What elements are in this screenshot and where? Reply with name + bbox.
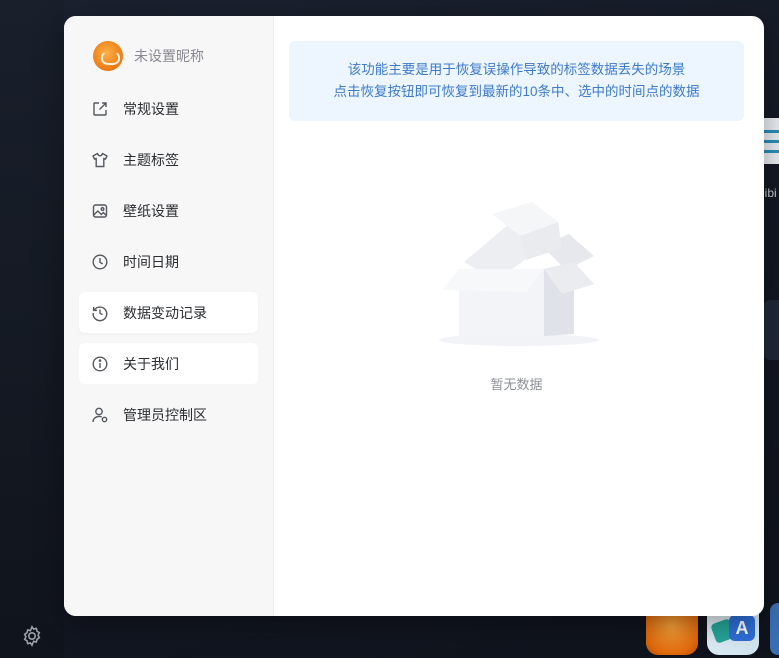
sidebar-item-label: 壁纸设置 <box>123 202 179 219</box>
image-icon <box>91 202 109 220</box>
sidebar-item-label: 管理员控制区 <box>123 406 207 423</box>
dock-app-partial[interactable] <box>770 603 779 655</box>
profile-header[interactable]: 未设置昵称 <box>64 36 273 76</box>
settings-modal: 未设置昵称 常规设置 主题标签 壁纸设置 时间日期 数据变动记录 关于我们 管理… <box>64 16 764 616</box>
shirt-icon <box>91 151 109 169</box>
sidebar-item-label: 数据变动记录 <box>123 304 207 321</box>
avatar[interactable] <box>93 41 123 71</box>
info-icon <box>91 355 109 373</box>
sidebar-item-label: 常规设置 <box>123 100 179 117</box>
sidebar-item-time-date[interactable]: 时间日期 <box>79 241 258 282</box>
sidebar-item-wallpaper[interactable]: 壁纸设置 <box>79 190 258 231</box>
desktop-app-label: libi <box>762 186 777 200</box>
notice-line-1: 该功能主要是用于恢复误操作导致的标签数据丢失的场景 <box>347 62 686 77</box>
admin-user-icon <box>91 406 109 424</box>
sidebar-item-general-settings[interactable]: 常规设置 <box>79 88 258 129</box>
empty-state-text: 暂无数据 <box>490 377 543 392</box>
sidebar-item-about-us[interactable]: 关于我们 <box>79 343 258 384</box>
sidebar-item-admin-control[interactable]: 管理员控制区 <box>79 394 258 435</box>
tile-stripe <box>763 130 779 133</box>
translate-letter-icon: A <box>729 615 755 641</box>
sidebar-item-data-change-log[interactable]: 数据变动记录 <box>79 292 258 333</box>
sidebar-item-label: 时间日期 <box>123 253 179 270</box>
clock-icon <box>91 253 109 271</box>
history-icon <box>91 304 109 322</box>
tile-stripe <box>763 140 779 143</box>
external-link-icon <box>91 100 109 118</box>
settings-gear-icon[interactable] <box>20 624 44 648</box>
nickname-label: 未设置昵称 <box>134 48 204 64</box>
desktop-widget <box>764 300 779 360</box>
desktop-background <box>0 0 64 658</box>
settings-sidebar: 未设置昵称 常规设置 主题标签 壁纸设置 时间日期 数据变动记录 关于我们 管理… <box>64 16 274 616</box>
sidebar-item-label: 主题标签 <box>123 151 179 168</box>
tile-stripe <box>763 150 779 153</box>
empty-box-icon <box>434 184 604 354</box>
notice-line-2: 点击恢复按钮即可恢复到最新的10条中、选中的时间点的数据 <box>333 84 700 99</box>
sidebar-item-label: 关于我们 <box>123 355 179 372</box>
sidebar-item-theme-tags[interactable]: 主题标签 <box>79 139 258 180</box>
data-change-log-panel: 该功能主要是用于恢复误操作导致的标签数据丢失的场景 点击恢复按钮即可恢复到最新的… <box>274 16 764 616</box>
info-notice: 该功能主要是用于恢复误操作导致的标签数据丢失的场景 点击恢复按钮即可恢复到最新的… <box>289 41 744 121</box>
